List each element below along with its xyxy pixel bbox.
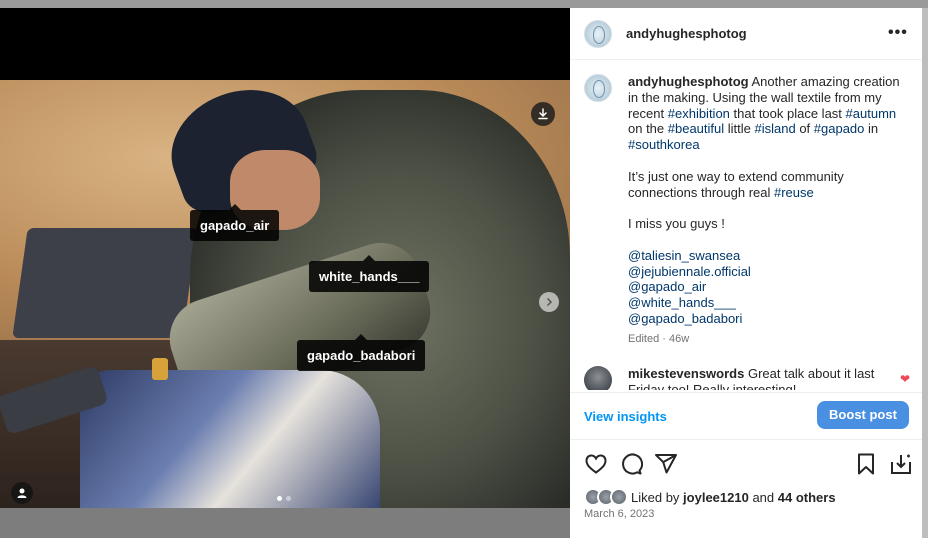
photo-fabric	[80, 370, 380, 508]
photo-spool	[152, 358, 168, 380]
post-caption: andyhughesphotog Another amazing creatio…	[628, 74, 908, 327]
caption-username[interactable]: andyhughesphotog	[628, 74, 749, 89]
caption-text: I miss you guys !	[628, 216, 725, 232]
comment-username[interactable]: mikestevenswords	[628, 366, 744, 381]
download-icon	[538, 108, 548, 120]
likes-prefix: Liked by	[631, 490, 684, 505]
post-media[interactable]: gapado_air white_hands___ gapado_badabor…	[0, 8, 570, 508]
tagged-users-button[interactable]	[11, 482, 33, 504]
comment: mikestevenswords Great talk about it las…	[584, 366, 914, 390]
hashtag-beautiful[interactable]: #beautiful	[668, 121, 724, 136]
comment-text: mikestevenswords Great talk about it las…	[628, 366, 898, 390]
more-options-icon[interactable]: •••	[888, 24, 908, 42]
carousel-indicator	[277, 496, 291, 501]
mention-taliesin-swansea[interactable]: @taliesin_swansea	[628, 248, 908, 264]
action-bar	[584, 452, 914, 478]
caption-avatar[interactable]	[584, 74, 612, 102]
bookmark-icon[interactable]	[854, 452, 878, 476]
download-button[interactable]	[531, 102, 555, 126]
caption-text: of	[795, 121, 814, 137]
background-top-strip	[0, 0, 928, 8]
liker-username[interactable]: joylee1210	[683, 490, 749, 505]
mention-gapado-air[interactable]: @gapado_air	[628, 279, 908, 295]
post-header: andyhughesphotog •••	[570, 8, 922, 60]
hashtag-southkorea[interactable]: #southkorea	[628, 137, 700, 152]
save-to-collection-icon[interactable]	[889, 452, 913, 476]
person-icon	[17, 488, 27, 498]
carousel-next-button[interactable]	[539, 292, 559, 312]
liker-avatars	[584, 488, 632, 506]
chevron-right-icon	[546, 297, 553, 307]
caption-text: on the	[628, 121, 668, 137]
share-icon[interactable]	[654, 452, 678, 476]
hashtag-island[interactable]: #island	[755, 121, 796, 136]
heart-icon[interactable]	[584, 452, 608, 476]
carousel-dot-active	[277, 496, 282, 501]
avatar	[610, 488, 628, 506]
mention-gapado-badabori[interactable]: @gapado_badabori	[628, 311, 908, 327]
boost-post-button[interactable]: Boost post	[817, 401, 909, 429]
comment-icon[interactable]	[619, 452, 643, 476]
hashtag-autumn[interactable]: #autumn	[846, 106, 897, 121]
likes-and: and	[748, 490, 778, 505]
mention-jejubiennale[interactable]: @jejubiennale.official	[628, 264, 908, 280]
mention-white-hands[interactable]: @white_hands___	[628, 295, 908, 311]
hashtag-reuse[interactable]: #reuse	[774, 185, 814, 200]
user-tag-white-hands[interactable]: white_hands___	[309, 255, 430, 292]
likes-text: Liked by joylee1210 and 44 others	[631, 490, 836, 505]
user-tag-gapado-badabori[interactable]: gapado_badabori	[297, 334, 426, 371]
hashtag-gapado[interactable]: #gapado	[814, 121, 865, 136]
hashtag-exhibition[interactable]: #exhibition	[668, 106, 730, 121]
post-details-panel: andyhughesphotog ••• andyhughesphotog An…	[570, 8, 922, 538]
caption-text: little	[724, 121, 755, 137]
caption-text: that took place last	[729, 105, 846, 121]
post-username[interactable]: andyhughesphotog	[626, 26, 747, 41]
edited-timestamp: Edited · 46w	[628, 333, 690, 345]
comment-like-heart-icon[interactable]: ❤	[900, 372, 910, 386]
likes-others-count[interactable]: 44 others	[778, 490, 836, 505]
avatar[interactable]	[584, 20, 612, 48]
background-right-strip	[922, 8, 928, 538]
insights-bar: View insights Boost post	[570, 392, 922, 440]
carousel-dot	[286, 496, 291, 501]
user-tag-gapado-air[interactable]: gapado_air	[190, 204, 280, 241]
caption-text: in	[864, 121, 879, 137]
comment-avatar[interactable]	[584, 366, 612, 390]
view-insights-link[interactable]: View insights	[584, 409, 667, 424]
photo-laptop	[12, 228, 198, 338]
post-date: March 6, 2023	[584, 508, 655, 520]
post-photo	[0, 80, 570, 508]
